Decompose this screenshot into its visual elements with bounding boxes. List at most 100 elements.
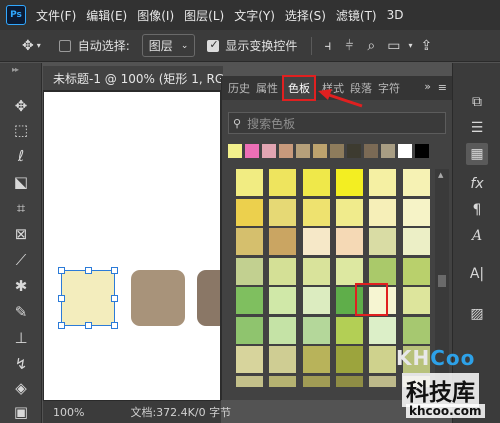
swatch[interactable]	[302, 169, 330, 196]
panel-menu-icon[interactable]: ≡	[438, 81, 447, 94]
layers-icon[interactable]: ▨	[466, 303, 488, 325]
rectangle-shape-3[interactable]	[197, 270, 220, 326]
selection-bounding-box[interactable]	[58, 267, 118, 329]
swatch[interactable]	[269, 169, 297, 196]
tab-character[interactable]: 字符	[378, 80, 400, 96]
crop-icon[interactable]: ⌗	[10, 197, 32, 219]
scrollbar-thumb[interactable]	[438, 275, 446, 287]
swatch[interactable]	[236, 375, 263, 387]
recent-swatch[interactable]	[296, 144, 310, 158]
scroll-up-icon[interactable]: ▲	[438, 171, 443, 179]
align-left-icon[interactable]: ⫞	[324, 38, 331, 54]
tool-preset-dropdown-icon[interactable]: ▾	[37, 41, 41, 50]
transform-handle[interactable]	[85, 322, 92, 329]
tab-properties[interactable]: 属性	[256, 80, 278, 96]
swatch[interactable]	[302, 346, 330, 373]
swatch[interactable]	[402, 198, 430, 226]
recent-swatch[interactable]	[364, 144, 378, 158]
paragraph-icon[interactable]: ¶	[466, 199, 488, 221]
zoom-level[interactable]: 100%	[53, 406, 84, 419]
character-icon[interactable]: A|	[466, 263, 488, 285]
eraser-icon[interactable]: ◈	[10, 377, 32, 399]
menu-image[interactable]: 图像(I)	[137, 7, 174, 24]
swatch[interactable]	[269, 228, 297, 255]
swatch[interactable]	[336, 375, 363, 387]
swatch[interactable]	[236, 169, 263, 196]
swatch[interactable]	[269, 316, 297, 344]
stamp-icon[interactable]: ⊥	[10, 327, 32, 349]
recent-swatch[interactable]	[245, 144, 259, 158]
chevron-down-icon[interactable]: ▾	[409, 41, 413, 50]
recent-swatch[interactable]	[279, 144, 293, 158]
gradient-icon[interactable]: ▣	[10, 401, 32, 423]
transform-handle[interactable]	[111, 322, 118, 329]
share-icon[interactable]: ⇪	[421, 38, 433, 54]
brush-icon[interactable]: ✎	[10, 301, 32, 323]
swatch[interactable]	[302, 316, 330, 344]
marquee-icon[interactable]: ⬚	[10, 119, 32, 141]
auto-select-target-select[interactable]: 图层 ⌄	[141, 34, 196, 57]
healing-icon[interactable]: ✱	[10, 275, 32, 297]
transform-handle[interactable]	[85, 267, 92, 274]
swatch[interactable]	[302, 257, 330, 285]
swatches-icon[interactable]: ▦	[466, 143, 488, 165]
collapse-icon[interactable]: ▸▸	[12, 65, 19, 74]
menu-file[interactable]: 文件(F)	[36, 7, 76, 24]
swatch[interactable]	[336, 346, 363, 373]
frame-icon[interactable]: ⊠	[10, 223, 32, 245]
document-tab[interactable]: 未标题-1 @ 100% (矩形 1, RGB/8	[43, 66, 223, 90]
swatch[interactable]	[369, 198, 397, 226]
transform-handle[interactable]	[58, 267, 65, 274]
rectangle-shape-2[interactable]	[131, 270, 185, 326]
swatch[interactable]	[336, 228, 363, 255]
recent-swatch[interactable]	[330, 144, 344, 158]
double-chevron-right-icon[interactable]: »	[424, 80, 431, 93]
show-transform-checkbox[interactable]	[207, 38, 220, 52]
menu-edit[interactable]: 编辑(E)	[86, 7, 127, 24]
swatch[interactable]	[302, 228, 330, 255]
menu-select[interactable]: 选择(S)	[285, 7, 326, 24]
swatch[interactable]	[302, 375, 330, 387]
lasso-icon[interactable]: ℓ	[10, 145, 32, 167]
swatch[interactable]	[269, 287, 297, 314]
swatch[interactable]	[236, 198, 263, 226]
swatch[interactable]	[236, 257, 263, 285]
swatch[interactable]	[336, 316, 363, 344]
channels-icon[interactable]: ⧉	[466, 91, 488, 113]
swatch[interactable]	[269, 375, 297, 387]
swatch[interactable]	[236, 228, 263, 255]
align-center-icon[interactable]: ⫩	[345, 38, 353, 54]
swatch-search-input[interactable]: ⚲ 搜索色板	[228, 112, 446, 134]
recent-swatch[interactable]	[398, 144, 412, 158]
workspace-icon[interactable]: ▭	[387, 38, 400, 54]
tab-history[interactable]: 历史	[228, 80, 250, 96]
swatch[interactable]	[302, 198, 330, 226]
menu-layer[interactable]: 图层(L)	[184, 7, 224, 24]
swatch[interactable]	[402, 257, 430, 285]
tab-swatches[interactable]: 色板	[282, 75, 316, 101]
swatch[interactable]	[369, 257, 397, 285]
swatch[interactable]	[336, 257, 363, 285]
recent-swatch[interactable]	[381, 144, 395, 158]
recent-swatch[interactable]	[262, 144, 276, 158]
swatch[interactable]	[236, 287, 263, 314]
swatch[interactable]	[236, 316, 263, 344]
swatch[interactable]	[336, 198, 363, 226]
recent-swatch[interactable]	[347, 144, 361, 158]
move-icon[interactable]: ✥	[10, 95, 32, 117]
swatch[interactable]	[269, 346, 297, 373]
move-tool-icon[interactable]: ✥	[22, 38, 34, 54]
glyphs-icon[interactable]: A	[466, 225, 488, 247]
fx-icon[interactable]: fx	[466, 173, 488, 195]
auto-select-checkbox[interactable]	[58, 39, 71, 52]
swatch[interactable]	[369, 169, 397, 196]
swatch[interactable]	[269, 257, 297, 285]
transform-handle[interactable]	[58, 322, 65, 329]
swatch[interactable]	[336, 169, 363, 196]
swatch[interactable]	[236, 346, 263, 373]
transform-handle[interactable]	[58, 295, 65, 302]
recent-swatch[interactable]	[313, 144, 327, 158]
swatch[interactable]	[402, 228, 430, 255]
transform-handle[interactable]	[111, 267, 118, 274]
adjustments-icon[interactable]: ☰	[466, 117, 488, 139]
